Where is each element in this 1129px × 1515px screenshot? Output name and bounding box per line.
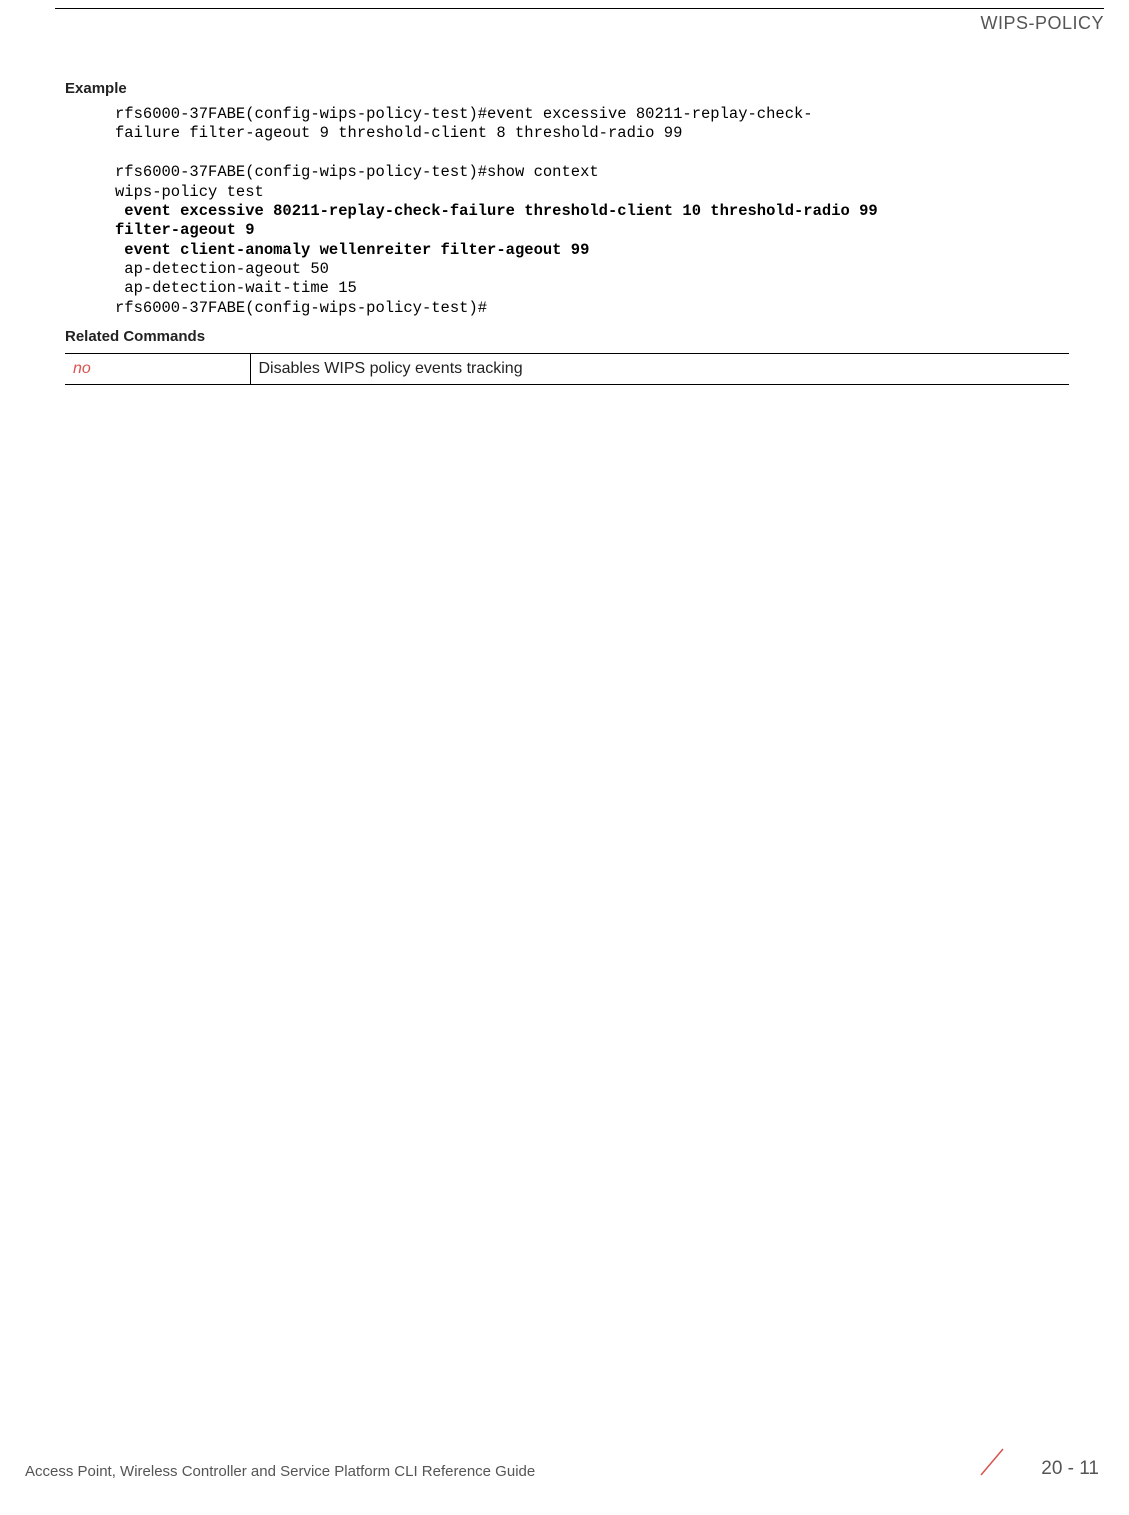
header-title: WIPS-POLICY bbox=[980, 13, 1104, 34]
code-line-bold: filter-ageout 9 bbox=[115, 221, 255, 239]
related-commands-table: no Disables WIPS policy events tracking bbox=[65, 353, 1069, 385]
main-content: Example rfs6000-37FABE(config-wips-polic… bbox=[65, 80, 1069, 385]
header-divider bbox=[55, 8, 1104, 9]
code-example: rfs6000-37FABE(config-wips-policy-test)#… bbox=[115, 105, 1069, 318]
table-row: no Disables WIPS policy events tracking bbox=[65, 354, 1069, 385]
related-commands-heading: Related Commands bbox=[65, 328, 1069, 345]
page-number: 20 - 11 bbox=[1041, 1458, 1099, 1480]
code-line-bold: event excessive 80211-replay-check-failu… bbox=[115, 202, 887, 220]
code-line: rfs6000-37FABE(config-wips-policy-test)#… bbox=[115, 163, 599, 181]
page-footer: Access Point, Wireless Controller and Se… bbox=[25, 1445, 1099, 1485]
code-line: wips-policy test bbox=[115, 183, 264, 201]
code-line-bold: event client-anomaly wellenreiter filter… bbox=[115, 241, 589, 259]
command-desc-cell: Disables WIPS policy events tracking bbox=[250, 354, 1069, 385]
code-line: ap-detection-ageout 50 bbox=[115, 260, 329, 278]
code-line: failure filter-ageout 9 threshold-client… bbox=[115, 124, 682, 142]
code-line: rfs6000-37FABE(config-wips-policy-test)# bbox=[115, 299, 487, 317]
footer-guide-title: Access Point, Wireless Controller and Se… bbox=[25, 1463, 535, 1480]
code-line: rfs6000-37FABE(config-wips-policy-test)#… bbox=[115, 105, 813, 123]
example-heading: Example bbox=[65, 80, 1069, 97]
code-line: ap-detection-wait-time 15 bbox=[115, 279, 357, 297]
footer-slash-icon bbox=[977, 1447, 1007, 1477]
command-name-cell: no bbox=[65, 354, 250, 385]
